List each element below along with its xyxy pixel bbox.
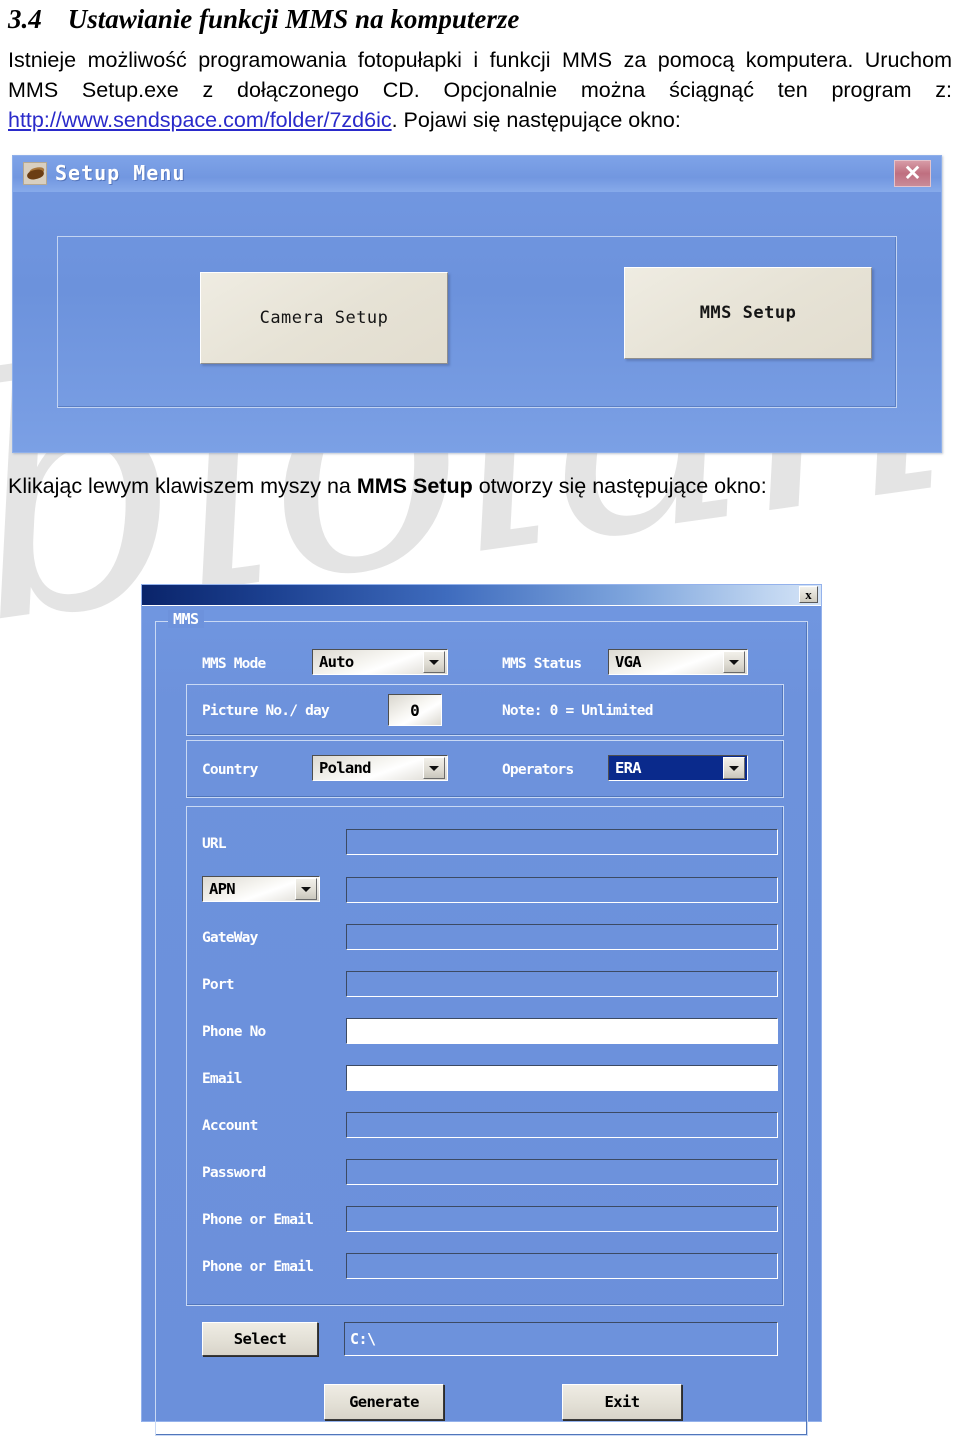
intro-line-3-suffix: . Pojawi się następujące okno: <box>391 108 681 132</box>
mms-setup-instruction: Klikając lewym klawiszem myszy na MMS Se… <box>0 471 960 501</box>
intro-line-3-prefix: program z: <box>831 78 952 102</box>
mms-groupbox-legend: MMS <box>168 610 204 628</box>
app-icon <box>23 162 47 185</box>
country-label: Country <box>202 762 258 778</box>
heading-number: 3.4 <box>8 4 42 34</box>
close-icon[interactable]: x <box>799 586 818 603</box>
picture-no-note: Note: 0 = Unlimited <box>502 703 653 719</box>
operators-label: Operators <box>502 762 574 778</box>
apn-combobox[interactable]: APN <box>202 876 320 902</box>
email-label: Email <box>202 1071 242 1087</box>
intro-line-1: Istnieje możliwość programowania fotopuł… <box>8 48 854 72</box>
phone-or-email-1-input[interactable] <box>346 1206 778 1232</box>
account-label: Account <box>202 1118 258 1134</box>
chevron-down-icon[interactable] <box>295 878 317 900</box>
apn-input[interactable] <box>346 877 778 903</box>
mms-groupbox: MMS MMS Mode Auto MMS Status VGA Picture… <box>155 610 808 1436</box>
port-input[interactable] <box>346 971 778 997</box>
chevron-down-icon[interactable] <box>723 651 745 673</box>
mms-titlebar[interactable]: x <box>142 585 821 606</box>
apn-value: APN <box>209 880 236 898</box>
page-heading: 3.4 Ustawianie funkcji MMS na komputerze <box>8 0 952 35</box>
mms-mode-combobox[interactable]: Auto <box>312 649 448 675</box>
instruction-suffix: otworzy się następujące okno: <box>472 474 767 498</box>
phone-or-email-2-label: Phone or Email <box>202 1259 314 1275</box>
operators-value: ERA <box>615 759 642 777</box>
path-input[interactable]: C:\ <box>344 1322 778 1356</box>
gateway-label: GateWay <box>202 930 258 946</box>
url-input[interactable] <box>346 829 778 855</box>
mms-mode-value: Auto <box>319 653 354 671</box>
gateway-input[interactable] <box>346 924 778 950</box>
close-icon[interactable]: ✕ <box>894 160 931 187</box>
mms-setup-button[interactable]: MMS Setup <box>624 267 872 359</box>
mms-status-value: VGA <box>615 653 642 671</box>
operators-combobox[interactable]: ERA <box>608 755 748 781</box>
country-combobox[interactable]: Poland <box>312 755 448 781</box>
password-field[interactable] <box>346 1159 778 1185</box>
picture-no-input[interactable]: 0 <box>388 694 442 726</box>
setup-menu-window: Setup Menu ✕ Camera Setup MMS Setup <box>12 155 942 453</box>
port-label: Port <box>202 977 235 993</box>
instruction-bold: MMS Setup <box>356 474 473 498</box>
heading-title: Ustawianie funkcji MMS na komputerze <box>67 4 520 34</box>
chevron-down-icon[interactable] <box>723 757 745 779</box>
account-input[interactable] <box>346 1112 778 1138</box>
select-button[interactable]: Select <box>202 1322 318 1356</box>
url-label: URL <box>202 836 227 852</box>
phone-or-email-1-label: Phone or Email <box>202 1212 314 1228</box>
instruction-prefix: Klikając lewym klawiszem myszy na <box>8 474 357 498</box>
mms-status-label: MMS Status <box>502 656 582 672</box>
email-field[interactable] <box>346 1065 778 1091</box>
chevron-down-icon[interactable] <box>423 651 445 673</box>
sendspace-link[interactable]: http://www.sendspace.com/folder/7zd6ic <box>8 108 392 132</box>
phone-or-email-2-input[interactable] <box>346 1253 778 1279</box>
password-label: Password <box>202 1165 266 1181</box>
setup-menu-title: Setup Menu <box>55 161 186 185</box>
phone-no-label: Phone No <box>202 1024 266 1040</box>
mms-setup-window: x MMS MMS Mode Auto MMS Status VGA Pictu… <box>141 584 822 1436</box>
intro-paragraph: Istnieje możliwość programowania fotopuł… <box>8 45 952 135</box>
mms-mode-label: MMS Mode <box>202 656 266 672</box>
setup-menu-titlebar[interactable]: Setup Menu ✕ <box>13 156 941 192</box>
phone-no-input[interactable] <box>346 1018 778 1044</box>
document-body: 3.4 Ustawianie funkcji MMS na komputerze… <box>0 0 960 135</box>
country-value: Poland <box>319 759 371 777</box>
picture-no-label: Picture No./ day <box>202 703 330 719</box>
setup-menu-panel: Camera Setup MMS Setup <box>57 236 897 408</box>
mms-status-combobox[interactable]: VGA <box>608 649 748 675</box>
mms-window-body: MMS MMS Mode Auto MMS Status VGA Picture… <box>142 607 821 1436</box>
camera-setup-button[interactable]: Camera Setup <box>200 272 448 364</box>
chevron-down-icon[interactable] <box>423 757 445 779</box>
